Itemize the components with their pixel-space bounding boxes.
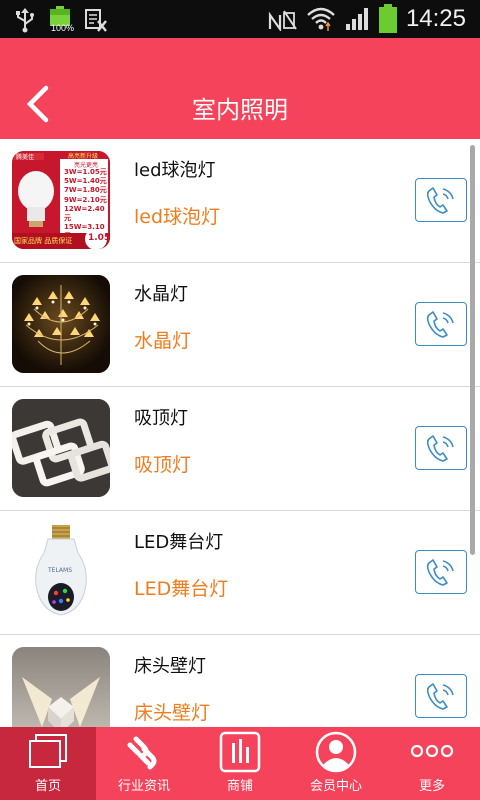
product-name: LED舞台灯 [134, 532, 224, 553]
list-item[interactable]: 腾美佳 高亮新升级 亮光更亮 3W=1.05元 5W=1.40元 7W=1.80… [0, 139, 480, 263]
product-subtitle: 吸顶灯 [134, 454, 192, 476]
product-name: 水晶灯 [134, 284, 188, 305]
tab-label: 会员中心 [309, 779, 362, 794]
call-button[interactable] [415, 178, 467, 222]
product-subtitle: 水晶灯 [134, 330, 192, 352]
status-bar: 100% 14:25 [0, 0, 480, 38]
bar-chart-icon [219, 731, 261, 773]
badge-price: 1.05 [88, 233, 110, 243]
keyboard-input-icon [85, 9, 107, 32]
product-subtitle: led球泡灯 [134, 206, 221, 228]
product-name: led球泡灯 [134, 160, 216, 181]
no-sim-icon [268, 10, 297, 31]
price-line: 7W=1.80元 [64, 186, 107, 195]
list-item[interactable]: 水晶灯 水晶灯 [0, 263, 480, 387]
signal-strength-icon [345, 8, 368, 30]
badge-brand: 腾美佳 [16, 154, 35, 161]
ceiling-lamp-image [12, 399, 110, 497]
product-list[interactable]: 腾美佳 高亮新升级 亮光更亮 3W=1.05元 5W=1.40元 7W=1.80… [0, 139, 480, 727]
bottom-tab-bar: 首页 行业资讯 商铺 会员中心 更多 [0, 727, 480, 800]
call-button[interactable] [415, 674, 467, 718]
list-scrollbar[interactable] [470, 145, 475, 555]
crystal-chandelier-image [12, 275, 110, 373]
list-item[interactable]: 床头壁灯 床头壁灯 [0, 635, 480, 727]
tab-label: 行业资讯 [117, 779, 170, 794]
product-name: 吸顶灯 [134, 408, 188, 429]
status-time: 14:25 [405, 5, 466, 32]
tab-member-center[interactable]: 会员中心 [288, 727, 384, 800]
badge-quality: 国家品牌 品质保证 [14, 237, 73, 245]
usb-icon [16, 8, 34, 33]
home-windows-icon [29, 734, 67, 768]
tab-more[interactable]: 更多 [384, 727, 480, 800]
price-line: 12W=2.40元 [64, 204, 105, 223]
page-header: 室内照明 [0, 38, 480, 139]
link-chain-icon [127, 736, 157, 770]
product-subtitle: 床头壁灯 [134, 702, 211, 724]
user-profile-icon [315, 731, 357, 773]
price-line: 3W=1.05元 [64, 168, 107, 176]
list-item[interactable]: TELAMS LED舞台灯 LED舞台灯 [0, 511, 480, 635]
product-name: 床头壁灯 [134, 656, 206, 677]
price-line: 9W=2.10元 [64, 195, 107, 204]
price-line: 5W=1.40元 [64, 177, 107, 186]
tab-label: 首页 [34, 779, 61, 794]
call-button[interactable] [415, 550, 467, 594]
led-bulb-image: 腾美佳 高亮新升级 亮光更亮 3W=1.05元 5W=1.40元 7W=1.80… [12, 151, 110, 249]
tab-label: 更多 [418, 779, 445, 794]
tab-home[interactable]: 首页 [0, 727, 96, 800]
wall-lamp-image [12, 647, 110, 727]
wifi-icon [307, 7, 335, 31]
call-button[interactable] [415, 302, 467, 346]
more-dots-icon [410, 744, 454, 758]
led-stage-bulb-image: TELAMS [12, 523, 110, 621]
phone-call-icon [426, 683, 454, 710]
tab-label: 商铺 [226, 779, 253, 794]
battery-charging-icon [378, 4, 397, 33]
phone-call-icon [426, 559, 454, 586]
tab-shops[interactable]: 商铺 [192, 727, 288, 800]
page-title: 室内照明 [192, 96, 288, 124]
price-list: 3W=1.05元 5W=1.40元 7W=1.80元 9W=2.10元 12W=… [64, 168, 110, 242]
list-item[interactable]: 吸顶灯 吸顶灯 [0, 387, 480, 511]
phone-call-icon [426, 187, 454, 214]
battery-percent-label: 100% [51, 23, 75, 33]
phone-call-icon [426, 435, 454, 462]
tab-industry-news[interactable]: 行业资讯 [96, 727, 192, 800]
bulb-brand-label: TELAMS [48, 567, 73, 574]
phone-call-icon [426, 311, 454, 338]
product-subtitle: LED舞台灯 [134, 578, 229, 600]
badge-upgrade: 高亮新升级 [68, 153, 99, 160]
call-button[interactable] [415, 426, 467, 470]
